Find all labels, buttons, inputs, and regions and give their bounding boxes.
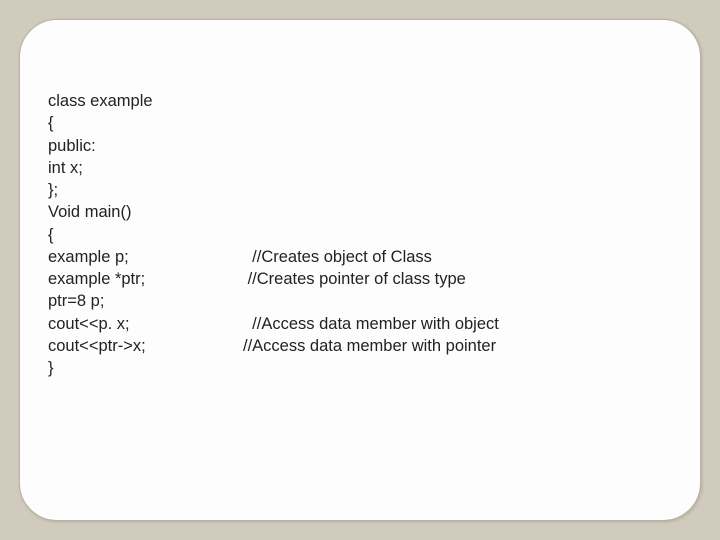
code-line: example *ptr; //Creates pointer of class… xyxy=(48,268,672,290)
code-text: int x; xyxy=(48,157,243,179)
code-comment xyxy=(243,357,672,379)
code-text: } xyxy=(48,357,243,379)
code-text: { xyxy=(48,224,243,246)
code-comment: //Creates object of Class xyxy=(243,246,672,268)
code-line: example p; //Creates object of Class xyxy=(48,246,672,268)
code-line: }; xyxy=(48,179,672,201)
code-comment: //Creates pointer of class type xyxy=(243,268,672,290)
code-text: { xyxy=(48,112,243,134)
code-comment: //Access data member with pointer xyxy=(243,335,672,357)
code-line: int x; xyxy=(48,157,672,179)
code-text: ptr=8 p; xyxy=(48,290,243,312)
code-comment xyxy=(243,157,672,179)
code-line: { xyxy=(48,112,672,134)
code-line: public: xyxy=(48,135,672,157)
code-line: Void main() xyxy=(48,201,672,223)
code-text: cout<<p. x; xyxy=(48,313,243,335)
code-text: class example xyxy=(48,90,243,112)
code-line: cout<<ptr->x;//Access data member with p… xyxy=(48,335,672,357)
code-text: example p; xyxy=(48,246,243,268)
code-line: { xyxy=(48,224,672,246)
code-comment xyxy=(243,224,672,246)
code-line: ptr=8 p; xyxy=(48,290,672,312)
code-comment xyxy=(243,90,672,112)
code-comment xyxy=(243,201,672,223)
code-text: public: xyxy=(48,135,243,157)
code-comment: //Access data member with object xyxy=(243,313,672,335)
code-text: Void main() xyxy=(48,201,243,223)
code-text: example *ptr; xyxy=(48,268,243,290)
code-comment xyxy=(243,290,672,312)
code-line: cout<<p. x; //Access data member with ob… xyxy=(48,313,672,335)
code-comment xyxy=(243,112,672,134)
code-line: class example xyxy=(48,90,672,112)
code-text: cout<<ptr->x; xyxy=(48,335,243,357)
code-text: }; xyxy=(48,179,243,201)
code-comment xyxy=(243,179,672,201)
code-comment xyxy=(243,135,672,157)
code-line: } xyxy=(48,357,672,379)
code-block: class example { public: int x; }; Void m… xyxy=(48,90,672,379)
slide-card: class example { public: int x; }; Void m… xyxy=(19,19,701,521)
